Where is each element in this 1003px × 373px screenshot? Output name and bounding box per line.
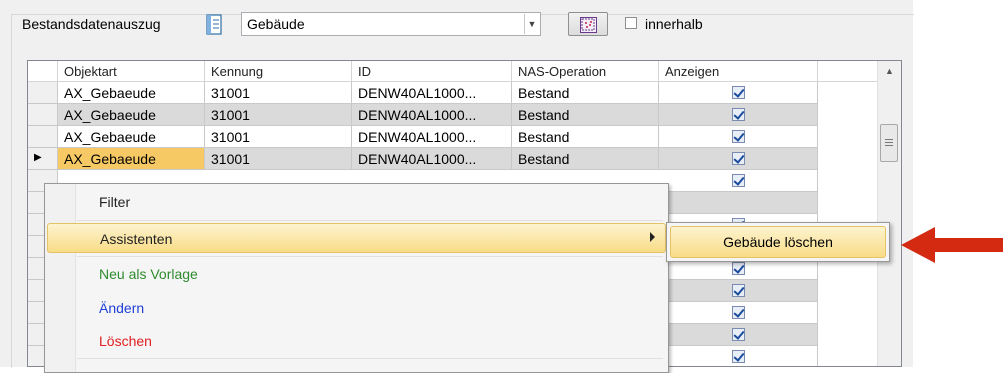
grip-line bbox=[885, 139, 893, 140]
grip-line bbox=[885, 142, 893, 143]
assistenten-submenu: Gebäude löschen bbox=[666, 222, 890, 262]
context-menu: Filter Assistenten Neu als Vorlage Änder… bbox=[44, 183, 669, 373]
anzeigen-checkbox[interactable] bbox=[732, 130, 745, 143]
cell-nas-operation[interactable]: Bestand bbox=[512, 104, 659, 126]
chevron-down-icon[interactable]: ▼ bbox=[524, 14, 539, 34]
cell-anzeigen[interactable] bbox=[659, 170, 818, 192]
submenu-arrow-icon bbox=[650, 232, 655, 242]
cell-id[interactable]: DENW40AL1000... bbox=[352, 104, 512, 126]
column-header-objektart[interactable]: Objektart bbox=[58, 61, 205, 82]
menu-item-aendern[interactable]: Ändern bbox=[47, 293, 666, 323]
menu-item-gebaeude-loeschen[interactable]: Gebäude löschen bbox=[670, 226, 886, 258]
map-area-icon bbox=[580, 17, 597, 33]
anzeigen-checkbox[interactable] bbox=[732, 306, 745, 319]
cell-nas-operation[interactable]: Bestand bbox=[512, 82, 659, 104]
menu-item-loeschen[interactable]: Löschen bbox=[47, 326, 666, 356]
annotation-arrow-icon bbox=[901, 227, 1003, 263]
column-header-nas-operation[interactable]: NAS-Operation bbox=[512, 61, 659, 82]
anzeigen-checkbox[interactable] bbox=[732, 174, 745, 187]
row-header-current[interactable]: ▶ bbox=[28, 148, 58, 170]
cell-anzeigen[interactable] bbox=[659, 346, 818, 366]
scrollbar-thumb[interactable] bbox=[880, 124, 898, 162]
cell-kennung[interactable]: 31001 bbox=[205, 148, 352, 170]
menu-item-label: Ändern bbox=[99, 300, 145, 316]
menu-item-neu-als-vorlage[interactable]: Neu als Vorlage bbox=[47, 259, 666, 289]
row-header[interactable] bbox=[28, 104, 58, 126]
menu-separator bbox=[77, 220, 663, 221]
table-row[interactable]: AX_Gebaeude 31001 DENW40AL1000... Bestan… bbox=[28, 104, 818, 126]
column-header-kennung[interactable]: Kennung bbox=[205, 61, 352, 82]
cell-anzeigen[interactable] bbox=[659, 148, 818, 170]
map-select-button[interactable] bbox=[568, 12, 608, 36]
row-header-corner bbox=[28, 61, 58, 82]
anzeigen-checkbox[interactable] bbox=[732, 86, 745, 99]
cell-anzeigen[interactable] bbox=[659, 82, 818, 104]
cell-objektart[interactable]: AX_Gebaeude bbox=[58, 82, 205, 104]
innerhalb-label: innerhalb bbox=[645, 16, 703, 32]
cell-anzeigen[interactable] bbox=[659, 302, 818, 324]
cell-nas-operation[interactable]: Bestand bbox=[512, 148, 659, 170]
current-row-marker-icon: ▶ bbox=[34, 152, 42, 163]
cell-objektart[interactable]: AX_Gebaeude bbox=[58, 104, 205, 126]
cell-nas-operation[interactable]: Bestand bbox=[512, 126, 659, 148]
vertical-scrollbar[interactable]: ▲ bbox=[877, 61, 901, 366]
cell-anzeigen[interactable] bbox=[659, 104, 818, 126]
menu-item-label: Filter bbox=[99, 194, 131, 210]
menu-item-label: Neu als Vorlage bbox=[99, 266, 198, 282]
cell-objektart-selected[interactable]: AX_Gebaeude bbox=[58, 148, 205, 170]
row-header[interactable] bbox=[28, 82, 58, 104]
cell-id[interactable]: DENW40AL1000... bbox=[352, 148, 512, 170]
menu-item-label: Assistenten bbox=[100, 231, 173, 247]
column-header-anzeigen[interactable]: Anzeigen bbox=[659, 61, 818, 82]
cell-anzeigen[interactable] bbox=[659, 192, 818, 214]
anzeigen-checkbox[interactable] bbox=[732, 328, 745, 341]
table-row[interactable]: AX_Gebaeude 31001 DENW40AL1000... Bestan… bbox=[28, 82, 818, 104]
menu-separator bbox=[77, 358, 663, 359]
menu-item-filter[interactable]: Filter bbox=[47, 187, 666, 217]
cell-kennung[interactable]: 31001 bbox=[205, 126, 352, 148]
anzeigen-checkbox[interactable] bbox=[732, 284, 745, 297]
innerhalb-checkbox[interactable] bbox=[625, 17, 637, 29]
datasheet-icon[interactable] bbox=[204, 14, 224, 36]
cell-id[interactable]: DENW40AL1000... bbox=[352, 82, 512, 104]
cell-kennung[interactable]: 31001 bbox=[205, 82, 352, 104]
menu-item-label: Löschen bbox=[99, 333, 152, 349]
column-header-filler bbox=[818, 61, 877, 82]
menu-item-assistenten[interactable]: Assistenten bbox=[47, 223, 666, 253]
row-header[interactable] bbox=[28, 126, 58, 148]
table-row-current[interactable]: ▶ AX_Gebaeude 31001 DENW40AL1000... Best… bbox=[28, 148, 818, 170]
cell-anzeigen[interactable] bbox=[659, 280, 818, 302]
bestandsdatenauszug-label: Bestandsdatenauszug bbox=[22, 16, 161, 32]
cell-anzeigen[interactable] bbox=[659, 126, 818, 148]
scroll-up-icon[interactable]: ▲ bbox=[885, 66, 894, 76]
cell-objektart[interactable]: AX_Gebaeude bbox=[58, 126, 205, 148]
anzeigen-checkbox[interactable] bbox=[732, 262, 745, 275]
anzeigen-checkbox[interactable] bbox=[732, 108, 745, 121]
column-header-id[interactable]: ID bbox=[352, 61, 512, 82]
menu-item-label: Gebäude löschen bbox=[723, 234, 833, 250]
table-row[interactable]: AX_Gebaeude 31001 DENW40AL1000... Bestan… bbox=[28, 126, 818, 148]
cell-id[interactable]: DENW40AL1000... bbox=[352, 126, 512, 148]
combobox-value: Gebäude bbox=[247, 16, 305, 32]
objektart-combobox[interactable]: Gebäude bbox=[241, 12, 541, 36]
anzeigen-checkbox[interactable] bbox=[732, 350, 745, 363]
grip-line bbox=[885, 145, 893, 146]
cell-anzeigen[interactable] bbox=[659, 324, 818, 346]
cell-kennung[interactable]: 31001 bbox=[205, 104, 352, 126]
menu-separator bbox=[77, 256, 663, 257]
anzeigen-checkbox[interactable] bbox=[732, 152, 745, 165]
